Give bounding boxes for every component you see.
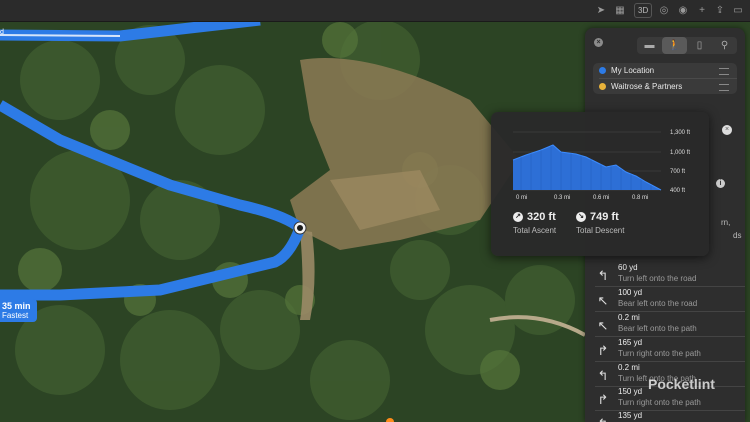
route-tag: Fastest [2,311,29,320]
transport-mode-selector: ▬ 🚶 ▯ ⚲ [637,37,737,54]
direction-step[interactable]: ↖ 0.2 mi Bear left onto the path [585,313,745,337]
info-icon[interactable]: i [716,179,725,188]
bike-icon[interactable]: ⚲ [712,37,737,54]
bear-left-icon: ↖ [597,293,609,308]
descent-arrow-icon: ↘ [576,212,586,222]
step-distance: 135 yd [618,411,643,420]
location-arrow-icon[interactable]: ➤ [596,3,606,18]
route-stops: My Location Waitrose & Partners [593,63,737,94]
route-time-badge[interactable]: 35 min Fastest [0,299,37,322]
route-edge-label: d [0,29,4,36]
turn-left-icon: ↰ [597,368,609,383]
ascent-value: 320 ft [527,211,556,223]
step-instruction: Bear left onto the path [618,324,697,333]
bear-left-icon: ↖ [597,318,609,333]
stop-destination[interactable]: Waitrose & Partners [593,79,737,94]
elev-y-tick: 400 ft [670,188,685,194]
watermark-logo: Pocketlint [648,376,715,392]
direction-step[interactable]: ↱ 165 yd Turn right onto the path [585,338,745,362]
window-toolbar: ➤ ▦ 3D ◎ ◉ + ⇪ ▭ [0,0,750,22]
elev-y-tick: 1,300 ft [670,130,690,136]
turn-right-icon: ↱ [597,343,609,358]
close-icon[interactable]: × [594,38,603,47]
direction-step[interactable]: ↰ 135 yd [585,411,745,422]
elev-x-tick: 0.6 mi [593,195,609,201]
direction-step[interactable]: ↖ 100 yd Bear left onto the road [585,288,745,312]
ascent-label: Total Ascent [513,226,557,235]
stop-origin[interactable]: My Location [593,63,737,78]
step-instruction: Turn right onto the path [618,398,701,407]
total-descent: ↘ 749 ft Total Descent [576,211,624,235]
turn-left-icon: ↰ [596,416,610,422]
step-distance: 60 yd [618,263,638,272]
elev-y-tick: 700 ft [670,169,685,175]
step-instruction: Bear left onto the road [618,299,698,308]
step-distance: 0.2 mi [618,363,640,372]
descent-label: Total Descent [576,226,625,235]
look-around-icon[interactable]: ◉ [678,3,688,18]
step-distance: 165 yd [618,338,643,347]
drag-handle-icon[interactable] [719,84,729,91]
elev-x-tick: 0 mi [516,195,527,201]
step-distance: 150 yd [618,387,643,396]
close-popover-icon[interactable]: × [722,125,732,135]
hidden-text-fragment: ds [733,231,742,240]
ascent-arrow-icon: ↗ [513,212,523,222]
step-distance: 100 yd [618,288,643,297]
elev-y-tick: 1,000 ft [670,150,690,156]
route-time: 35 min [2,301,31,311]
turn-right-icon: ↱ [597,392,609,407]
3d-toggle-button[interactable]: 3D [634,3,653,18]
walk-icon[interactable]: 🚶 [662,37,687,54]
hidden-text-fragment: rn, [721,218,731,227]
destination-dot-icon [599,83,606,90]
share-icon[interactable]: ⇪ [715,3,725,18]
elevation-popover: 1,300 ft 1,000 ft 700 ft 400 ft 0 mi 0.3… [491,112,709,256]
drag-handle-icon[interactable] [719,68,729,75]
sidebar-icon[interactable]: ▭ [733,3,743,18]
stop-origin-label: My Location [611,66,655,75]
direction-step[interactable]: ↰ 60 yd Turn left onto the road [585,263,745,287]
transit-icon[interactable]: ▯ [687,37,712,54]
map-icon[interactable]: ▦ [615,3,625,18]
binoculars-icon[interactable]: ◎ [659,3,669,18]
location-dot-icon [599,67,606,74]
elev-x-tick: 0.3 mi [554,195,570,201]
elev-x-tick: 0.8 mi [632,195,648,201]
plus-icon[interactable]: + [697,3,707,18]
turn-left-icon: ↰ [597,268,609,283]
descent-value: 749 ft [590,211,619,223]
car-icon[interactable]: ▬ [637,37,662,54]
step-instruction: Turn left onto the road [618,274,697,283]
step-instruction: Turn right onto the path [618,349,701,358]
total-ascent: ↗ 320 ft Total Ascent [513,211,556,235]
stop-destination-label: Waitrose & Partners [611,82,683,91]
step-distance: 0.2 mi [618,313,640,322]
